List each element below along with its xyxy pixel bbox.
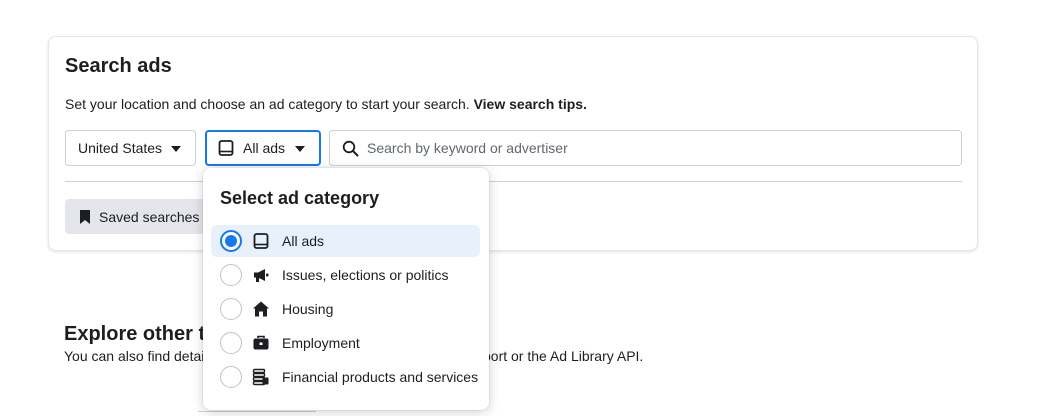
country-select[interactable]: United States (65, 130, 196, 166)
option-label: All ads (282, 233, 325, 249)
partial-element (198, 411, 316, 416)
saved-searches-label: Saved searches (99, 208, 200, 225)
view-search-tips-link[interactable]: View search tips. (474, 96, 587, 112)
ad-category-select[interactable]: All ads (205, 130, 321, 166)
search-input[interactable] (367, 140, 927, 156)
tablet-icon (217, 139, 235, 157)
option-label: Financial products and services (282, 369, 479, 385)
coins-icon (252, 368, 270, 386)
radio-button[interactable] (220, 298, 242, 320)
briefcase-icon (252, 334, 270, 352)
explore-subtitle-end: port or the Ad Library API. (483, 348, 644, 364)
option-employment[interactable]: Employment (211, 327, 480, 359)
option-issues-elections-politics[interactable]: Issues, elections or politics (211, 259, 480, 291)
option-housing[interactable]: Housing (211, 293, 480, 325)
tablet-icon (252, 232, 270, 250)
megaphone-icon (252, 266, 270, 284)
dropdown-title: Select ad category (220, 188, 380, 208)
option-all-ads[interactable]: All ads (211, 225, 480, 257)
ad-category-dropdown: Select ad category All ads Issues, elect… (203, 168, 489, 410)
caret-down-icon (295, 146, 305, 152)
option-financial-products-services[interactable]: Financial products and services (211, 361, 480, 393)
search-icon (342, 140, 359, 157)
ad-category-select-value: All ads (243, 140, 286, 156)
radio-button[interactable] (220, 366, 242, 388)
explore-subtitle-start: You can also find detai (64, 348, 205, 364)
country-select-value: United States (78, 140, 163, 156)
radio-button[interactable] (220, 264, 242, 286)
saved-searches-button[interactable]: Saved searches (65, 199, 225, 234)
house-icon (252, 300, 270, 318)
search-ads-title: Search ads (65, 55, 172, 77)
keyword-search-field[interactable] (329, 130, 962, 166)
option-label: Employment (282, 335, 360, 351)
bookmark-icon (79, 209, 91, 225)
search-ads-card: Search ads Set your location and choose … (48, 36, 978, 251)
divider (65, 181, 962, 182)
subtitle-text: Set your location and choose an ad categ… (65, 96, 470, 112)
explore-title: Explore other to (64, 323, 218, 345)
search-ads-subtitle: Set your location and choose an ad categ… (65, 96, 587, 112)
option-label: Issues, elections or politics (282, 267, 449, 283)
radio-button[interactable] (220, 332, 242, 354)
radio-button[interactable] (220, 230, 242, 252)
option-label: Housing (282, 301, 334, 317)
caret-down-icon (171, 146, 181, 152)
